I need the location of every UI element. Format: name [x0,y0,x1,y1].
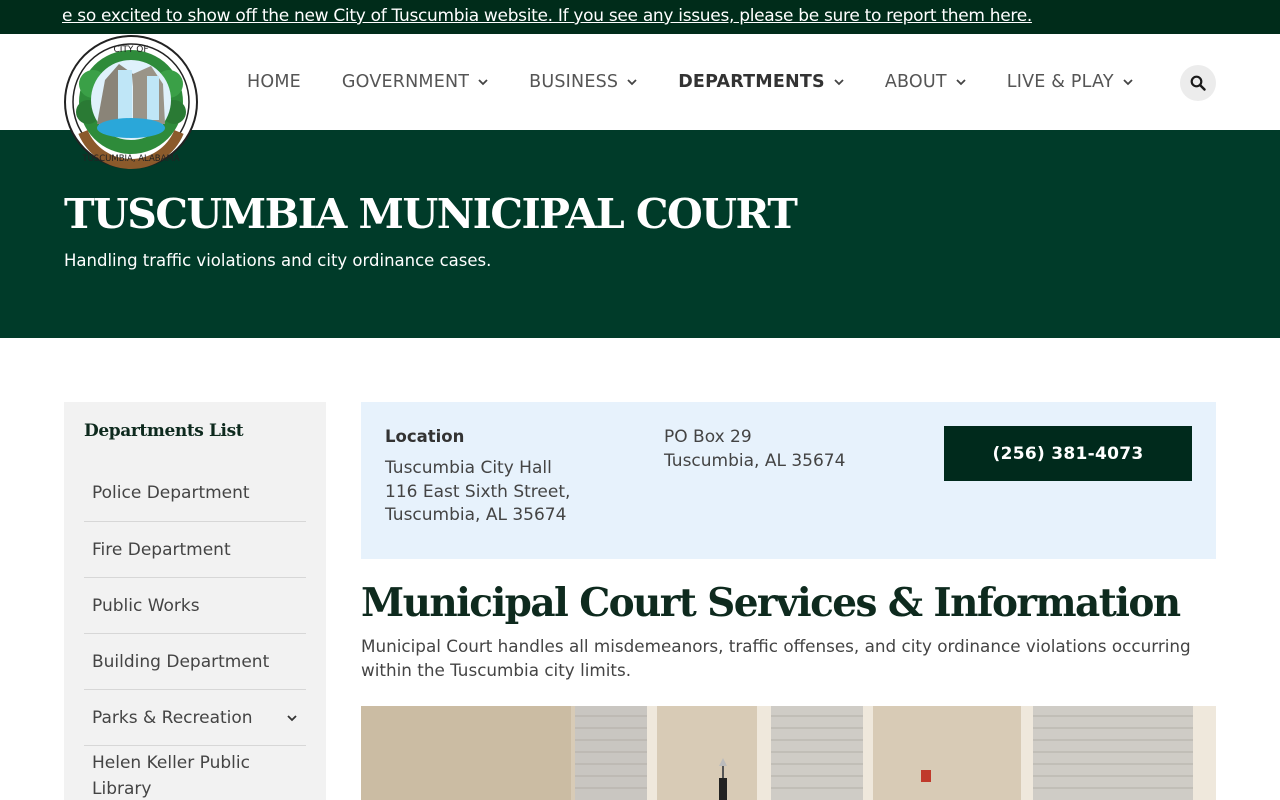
section-title: Municipal Court Services & Information [361,580,1181,626]
address-line: Tuscumbia, AL 35674 [385,505,567,525]
chevron-down-icon[interactable] [286,712,298,724]
address-line: 116 East Sixth Street, [385,481,571,502]
nav-live-and-play-label: LIVE & PLAY [1006,72,1114,92]
seal-top-text: CITY OF [113,45,148,55]
sidebar-item-building[interactable]: Building Department [84,634,306,690]
nav-business[interactable]: BUSINESS [529,72,637,92]
nav-government[interactable]: GOVERNMENT [342,72,488,92]
departments-sidebar: Departments List Police Department Fire … [64,402,326,800]
sidebar-item-label: Public Works [92,595,200,616]
page-subtitle: Handling traffic violations and city ord… [64,251,492,270]
courtroom-photo [361,706,1216,800]
city-seal-logo[interactable]: CITY OF TUSCUMBIA, ALABAMA [63,34,199,170]
departments-list: Police Department Fire Department Public… [84,464,306,800]
sidebar-item-library[interactable]: Helen Keller Public Library [84,746,306,800]
seal-bottom-text: TUSCUMBIA, ALABAMA [81,154,179,164]
chevron-down-icon [956,79,966,86]
nav-government-label: GOVERNMENT [341,72,470,92]
page-title: TUSCUMBIA MUNICIPAL COURT [64,190,798,238]
contact-info-card: Location Tuscumbia City Hall 116 East Si… [361,402,1216,559]
nav-departments-label: DEPARTMENTS [678,72,825,92]
search-icon [1190,75,1206,91]
sidebar-item-label: Fire Department [92,539,231,560]
nav-home-label: HOME [247,72,301,92]
sidebar-item-fire[interactable]: Fire Department [84,522,306,578]
location-address: Tuscumbia City Hall 116 East Sixth Stree… [385,457,570,528]
sidebar-title: Departments List [84,421,244,441]
nav-live-and-play[interactable]: LIVE & PLAY [1007,72,1133,92]
sidebar-item-label: Helen Keller Public Library [92,753,250,799]
phone-button[interactable]: (256) 381-4073 [944,426,1192,481]
section-description: Municipal Court handles all misdemeanors… [361,636,1191,680]
chevron-down-icon [1123,79,1133,86]
sidebar-item-label: Police Department [92,482,250,503]
sidebar-item-label: Building Department [92,651,270,672]
sidebar-item-public-works[interactable]: Public Works [84,578,306,634]
sidebar-item-police[interactable]: Police Department [84,464,306,522]
address-line: Tuscumbia City Hall [385,458,552,478]
nav-about[interactable]: ABOUT [885,72,966,92]
po-box-address: PO Box 29 Tuscumbia, AL 35674 [664,426,845,473]
search-button[interactable] [1180,65,1216,101]
chevron-down-icon [834,79,844,86]
chevron-down-icon [627,79,637,86]
main-nav: HOME GOVERNMENT BUSINESS DEPARTMENTS ABO… [247,34,1174,130]
nav-departments[interactable]: DEPARTMENTS [678,72,844,92]
sidebar-item-label: Parks & Recreation [92,707,253,728]
announcement-bar: e so excited to show off the new City of… [0,0,1280,34]
nav-about-label: ABOUT [884,72,947,92]
po-line: Tuscumbia, AL 35674 [664,450,846,471]
nav-business-label: BUSINESS [529,72,619,92]
announcement-link[interactable]: e so excited to show off the new City of… [62,6,1222,26]
sidebar-item-parks-recreation[interactable]: Parks & Recreation [84,690,306,746]
nav-home[interactable]: HOME [247,72,301,92]
location-label: Location [385,427,465,446]
po-line: PO Box 29 [664,427,752,447]
chevron-down-icon [478,79,488,86]
